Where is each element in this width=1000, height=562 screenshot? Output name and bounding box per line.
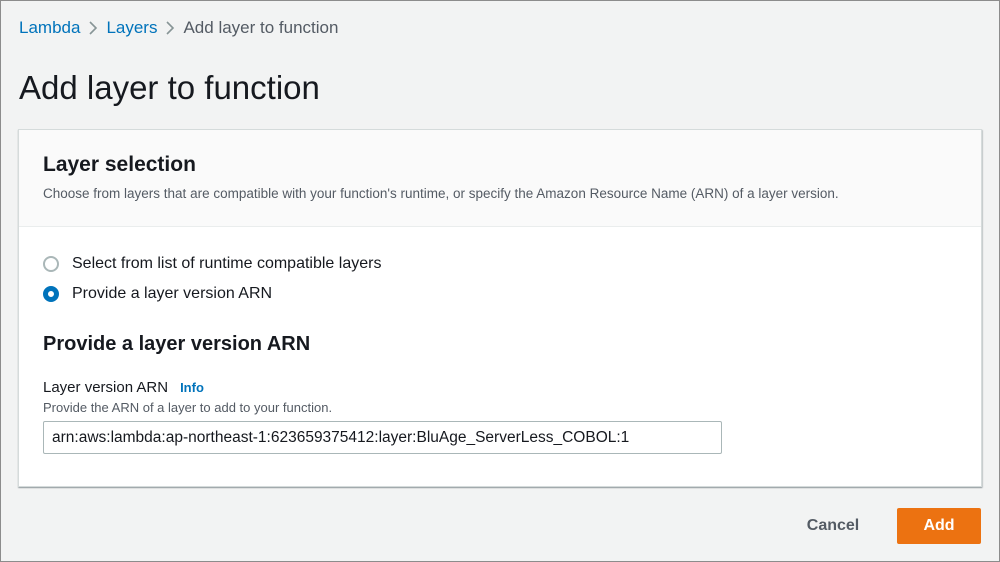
breadcrumb-current: Add layer to function <box>183 18 339 37</box>
breadcrumb: Lambda Layers Add layer to function <box>19 17 338 39</box>
radio-unchecked[interactable] <box>43 256 59 272</box>
info-link[interactable]: Info <box>180 380 204 395</box>
panel-description: Choose from layers that are compatible w… <box>43 186 839 201</box>
cancel-button[interactable]: Cancel <box>791 508 875 544</box>
panel-body: Select from list of runtime compatible l… <box>19 227 981 454</box>
arn-field-label: Layer version ARN <box>43 379 169 396</box>
radio-checked[interactable] <box>43 286 59 302</box>
breadcrumb-lambda-link[interactable]: Lambda <box>19 17 80 39</box>
radio-label: Select from list of runtime compatible l… <box>72 255 382 272</box>
window-frame: Lambda Layers Add layer to function Add … <box>0 0 1000 562</box>
page-title: Add layer to function <box>19 69 320 106</box>
layer-selection-panel: Layer selection Choose from layers that … <box>18 129 982 487</box>
breadcrumb-layers-link[interactable]: Layers <box>106 17 157 39</box>
chevron-right-icon <box>157 21 183 35</box>
radio-option-runtime-compatible[interactable]: Select from list of runtime compatible l… <box>43 249 957 279</box>
radio-option-provide-arn[interactable]: Provide a layer version ARN <box>43 279 957 309</box>
chevron-right-icon <box>80 21 106 35</box>
panel-header: Layer selection Choose from layers that … <box>19 130 981 227</box>
radio-label: Provide a layer version ARN <box>72 285 273 302</box>
arn-field-description: Provide the ARN of a layer to add to you… <box>43 400 333 415</box>
arn-section-title: Provide a layer version ARN <box>43 333 311 355</box>
panel-title: Layer selection <box>43 153 196 176</box>
arn-field-label-row: Layer version ARN Info <box>43 379 957 396</box>
add-button[interactable]: Add <box>897 508 981 544</box>
layer-arn-input[interactable] <box>43 421 722 454</box>
